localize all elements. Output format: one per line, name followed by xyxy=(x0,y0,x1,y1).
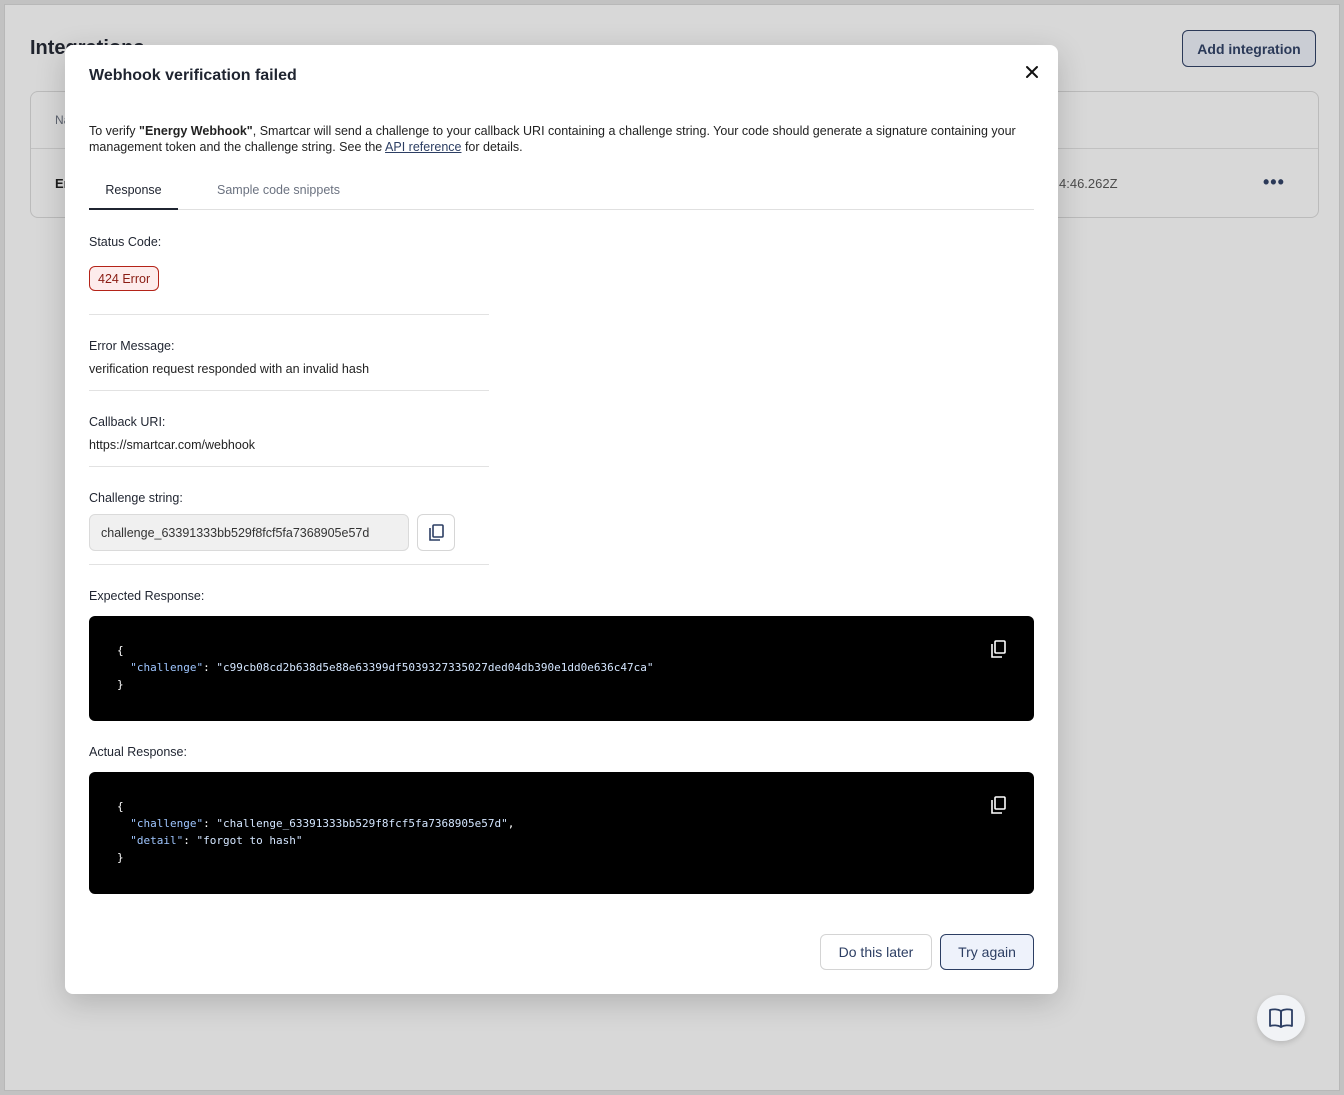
modal-title: Webhook verification failed xyxy=(89,67,297,84)
code-comma: , xyxy=(507,817,515,830)
expected-response-code: { "challenge": "c99cb08cd2b638d5e88e6339… xyxy=(89,616,1034,721)
webhook-verification-modal: Webhook verification failed To verify "E… xyxy=(65,45,1058,994)
code-key: "detail" xyxy=(130,834,184,847)
callback-uri-label: Callback URI: xyxy=(89,415,166,429)
code-value: "forgot to hash" xyxy=(196,834,303,847)
try-again-button[interactable]: Try again xyxy=(940,934,1034,970)
code-open-brace: { xyxy=(117,800,124,813)
intro-prefix: To verify xyxy=(89,124,140,138)
error-message-value: verification request responded with an i… xyxy=(89,362,370,376)
intro-suffix: for details. xyxy=(461,140,523,154)
do-this-later-button[interactable]: Do this later xyxy=(820,934,932,970)
copy-actual-response-button[interactable] xyxy=(990,796,1008,816)
close-icon xyxy=(1026,66,1038,78)
copy-icon xyxy=(429,524,444,541)
code-key: "challenge" xyxy=(130,817,204,830)
api-reference-link[interactable]: API reference xyxy=(385,140,461,154)
expected-response-label: Expected Response: xyxy=(89,589,205,603)
book-open-icon xyxy=(1269,1008,1293,1028)
help-docs-button[interactable] xyxy=(1257,995,1305,1041)
code-open-brace: { xyxy=(117,644,124,657)
divider xyxy=(89,466,489,467)
code-line: "challenge": "challenge_63391333bb529f8f… xyxy=(130,817,515,830)
status-code-label: Status Code: xyxy=(89,235,162,249)
code-key: "challenge" xyxy=(130,661,204,674)
actual-response-label: Actual Response: xyxy=(89,745,187,759)
intro-text: To verify "Energy Webhook", Smartcar wil… xyxy=(89,123,1039,155)
divider xyxy=(89,314,489,315)
code-line: "detail": "forgot to hash" xyxy=(130,834,303,847)
code-close-brace: } xyxy=(117,851,124,864)
divider xyxy=(89,390,489,391)
code-value: "challenge_63391333bb529f8fcf5fa7368905e… xyxy=(216,817,508,830)
challenge-string-label: Challenge string: xyxy=(89,491,183,505)
error-message-label: Error Message: xyxy=(89,339,175,353)
response-tabs: Response Sample code snippets xyxy=(89,175,1034,210)
copy-icon xyxy=(991,640,1006,658)
actual-response-code: { "challenge": "challenge_63391333bb529f… xyxy=(89,772,1034,894)
close-button[interactable] xyxy=(1022,62,1042,82)
integration-name: "Energy Webhook" xyxy=(139,124,253,138)
copy-icon xyxy=(991,796,1006,814)
tab-response[interactable]: Response xyxy=(89,183,178,210)
status-badge: 424 Error xyxy=(89,266,160,291)
copy-expected-response-button[interactable] xyxy=(990,640,1008,660)
code-close-brace: } xyxy=(117,678,124,691)
callback-uri-value: https://smartcar.com/webhook xyxy=(89,438,256,452)
challenge-string-field[interactable]: challenge_63391333bb529f8fcf5fa7368905e5… xyxy=(89,514,409,551)
copy-challenge-button[interactable] xyxy=(417,514,455,551)
code-value: "c99cb08cd2b638d5e88e63399df503932733502… xyxy=(216,661,654,674)
divider xyxy=(89,564,489,565)
code-line: "challenge": "c99cb08cd2b638d5e88e63399d… xyxy=(130,661,654,674)
tab-sample-code-snippets[interactable]: Sample code snippets xyxy=(217,183,340,210)
